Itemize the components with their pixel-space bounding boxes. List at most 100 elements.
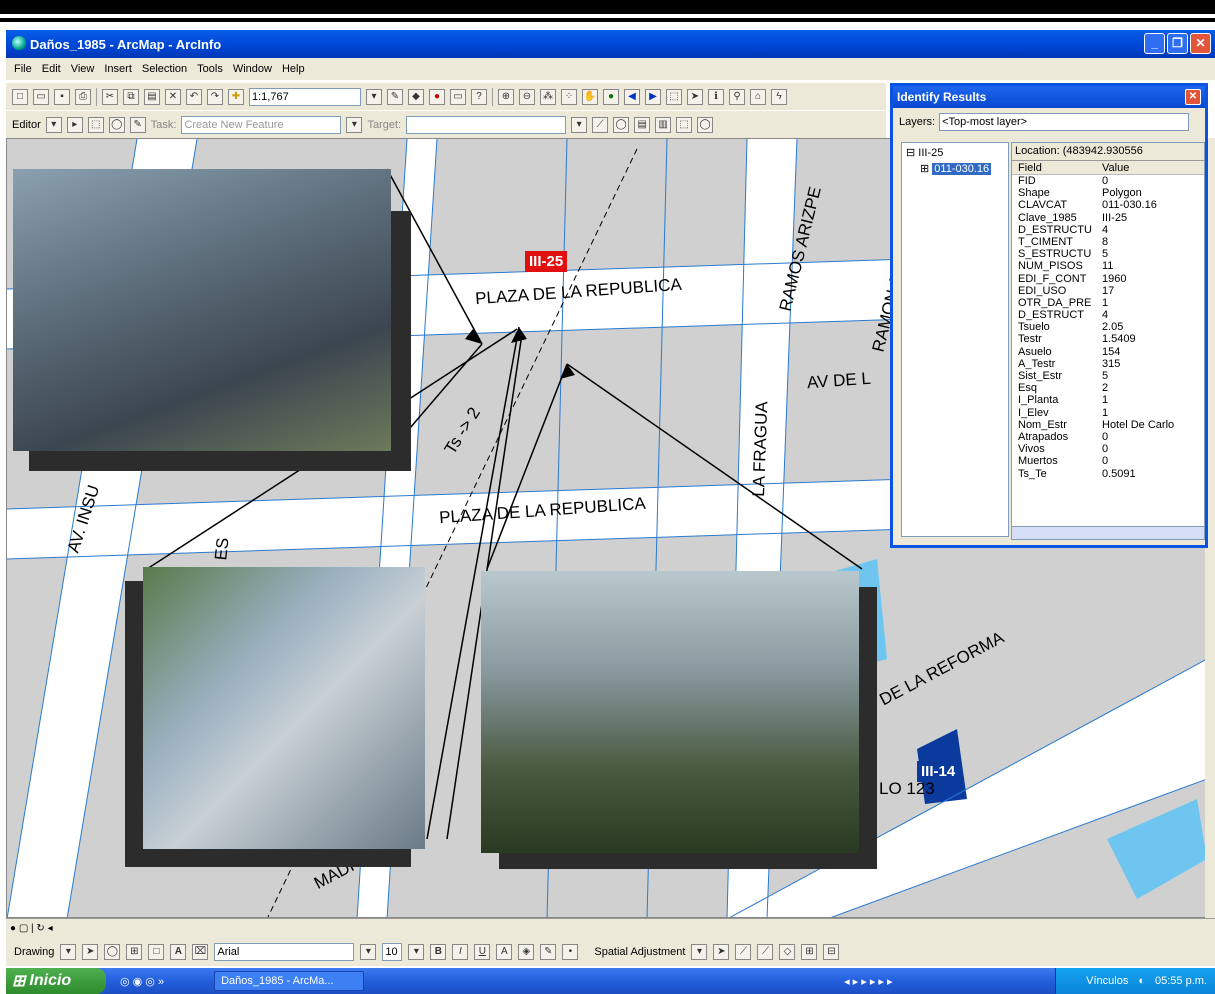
table-row[interactable]: Nom_Estr Hotel De Carlo bbox=[1012, 419, 1204, 431]
font-combo[interactable]: Arial bbox=[214, 943, 355, 961]
fixed-zoom-in-icon[interactable]: ⁂ bbox=[540, 88, 556, 105]
table-row[interactable]: EDI_USO 17 bbox=[1012, 285, 1204, 297]
zoom-out-icon[interactable]: ⊖ bbox=[519, 88, 535, 105]
edit-tool-icon[interactable]: ▸ bbox=[66, 116, 83, 133]
table-row[interactable]: FID 0 bbox=[1012, 175, 1204, 187]
table-row[interactable]: EDI_F_CONT 1960 bbox=[1012, 273, 1204, 285]
select-features-icon[interactable]: ⬚ bbox=[666, 88, 682, 105]
back-icon[interactable]: ◀ bbox=[624, 88, 640, 105]
select-elements-icon[interactable]: ➤ bbox=[82, 944, 99, 960]
zoom-in-icon[interactable]: ⊕ bbox=[498, 88, 514, 105]
chevron-down-icon[interactable]: ▾ bbox=[45, 116, 62, 133]
target-combo[interactable] bbox=[406, 115, 567, 134]
tree-root[interactable]: ⊟ III-25 bbox=[902, 143, 1008, 162]
table-row[interactable]: S_ESTRUCTU 5 bbox=[1012, 248, 1204, 260]
print-icon[interactable]: ⎙ bbox=[75, 88, 91, 105]
rectangle-icon[interactable]: □ bbox=[148, 944, 165, 960]
field-header[interactable]: Field bbox=[1012, 161, 1102, 174]
chevron-down-icon[interactable]: ▾ bbox=[346, 116, 363, 133]
callout-icon[interactable]: ⌧ bbox=[192, 944, 209, 960]
italic-icon[interactable]: I bbox=[452, 944, 469, 960]
full-extent-icon[interactable]: ● bbox=[603, 88, 619, 105]
new-icon[interactable]: □ bbox=[12, 88, 28, 105]
editor-menu[interactable]: Editor bbox=[12, 119, 41, 131]
font-color-icon[interactable]: A bbox=[496, 944, 513, 960]
rotate-tool-icon[interactable]: ◯ bbox=[613, 116, 630, 133]
data-view-tab[interactable]: ● ▢ | ↻ ◂ bbox=[10, 923, 53, 934]
table-row[interactable]: I_Elev 1 bbox=[1012, 407, 1204, 419]
arccatalog-icon[interactable]: ● bbox=[429, 88, 445, 105]
topology-icon[interactable]: ⬚ bbox=[676, 116, 693, 133]
table-row[interactable]: T_CIMENT 8 bbox=[1012, 236, 1204, 248]
cut-icon[interactable]: ✂ bbox=[102, 88, 118, 105]
table-row[interactable]: A_Testr 315 bbox=[1012, 358, 1204, 370]
media-controls[interactable]: ◂ ▸ ▸ ▸ ▸ ▸ bbox=[844, 975, 892, 988]
table-row[interactable]: Atrapados 0 bbox=[1012, 431, 1204, 443]
sketch-tool-icon[interactable]: ✎ bbox=[129, 116, 146, 133]
modify-link-icon[interactable]: ⟋ bbox=[757, 944, 774, 960]
split-icon[interactable]: ⟋ bbox=[592, 116, 609, 133]
attributes-icon[interactable]: ▤ bbox=[634, 116, 651, 133]
menu-selection[interactable]: Selection bbox=[142, 63, 187, 75]
photo-hotel-tilted[interactable] bbox=[13, 169, 391, 451]
window-titlebar[interactable]: Daños_1985 - ArcMap - ArcInfo _ ❐ ✕ bbox=[6, 30, 1215, 58]
delete-icon[interactable]: ✕ bbox=[165, 88, 181, 105]
chevron-down-icon[interactable]: ▾ bbox=[571, 116, 588, 133]
table-row[interactable]: Esq 2 bbox=[1012, 382, 1204, 394]
save-icon[interactable]: ▪ bbox=[54, 88, 70, 105]
spatial-adjustment-menu[interactable]: Spatial Adjustment bbox=[594, 946, 685, 958]
table-row[interactable]: I_Planta 1 bbox=[1012, 394, 1204, 406]
table-row[interactable]: Tsuelo 2.05 bbox=[1012, 321, 1204, 333]
table-row[interactable]: CLAVCAT 011-030.16 bbox=[1012, 199, 1204, 211]
table-row[interactable]: Muertos 0 bbox=[1012, 455, 1204, 467]
undo-icon[interactable]: ↶ bbox=[186, 88, 202, 105]
line-color-icon[interactable]: ✎ bbox=[540, 944, 557, 960]
select-elements-icon[interactable]: ➤ bbox=[713, 944, 730, 960]
table-row[interactable]: Ts_Te 0.5091 bbox=[1012, 468, 1204, 480]
bold-icon[interactable]: B bbox=[430, 944, 447, 960]
open-icon[interactable]: ▭ bbox=[33, 88, 49, 105]
underline-icon[interactable]: U bbox=[474, 944, 491, 960]
whats-this-icon[interactable]: ? bbox=[471, 88, 487, 105]
table-row[interactable]: Vivos 0 bbox=[1012, 443, 1204, 455]
reshape-icon[interactable]: ⬚ bbox=[87, 116, 104, 133]
tray-icons[interactable]: ◐ bbox=[1138, 975, 1145, 987]
layers-combo[interactable]: <Top-most layer> bbox=[939, 113, 1190, 131]
menu-tools[interactable]: Tools bbox=[197, 63, 223, 75]
scale-combo[interactable]: 1:1,767 bbox=[249, 87, 361, 106]
command-line-icon[interactable]: ▭ bbox=[450, 88, 466, 105]
value-header[interactable]: Value bbox=[1102, 161, 1204, 174]
redo-icon[interactable]: ↷ bbox=[207, 88, 223, 105]
minimize-button[interactable]: _ bbox=[1144, 33, 1165, 54]
menu-file[interactable]: File bbox=[14, 63, 32, 75]
fill-color-icon[interactable]: ◈ bbox=[518, 944, 535, 960]
table-row[interactable]: D_ESTRUCTU 4 bbox=[1012, 224, 1204, 236]
close-button[interactable]: ✕ bbox=[1190, 33, 1211, 54]
editor-toolbar-icon[interactable]: ✎ bbox=[387, 88, 403, 105]
menu-edit[interactable]: Edit bbox=[42, 63, 61, 75]
find-icon[interactable]: ⚲ bbox=[729, 88, 745, 105]
chevron-down-icon[interactable]: ▾ bbox=[366, 88, 382, 105]
quick-launch-icons[interactable]: ◎ ◉ ◎ » bbox=[120, 975, 164, 988]
sketch-properties-icon[interactable]: ▥ bbox=[655, 116, 672, 133]
chevron-down-icon[interactable]: ▾ bbox=[408, 944, 425, 960]
paste-icon[interactable]: ▤ bbox=[144, 88, 160, 105]
task-combo[interactable]: Create New Feature bbox=[181, 115, 342, 134]
table-row[interactable]: NUM_PISOS 11 bbox=[1012, 260, 1204, 272]
photo-facade-damage[interactable] bbox=[143, 567, 425, 849]
menu-view[interactable]: View bbox=[71, 63, 95, 75]
arctoolbox-icon[interactable]: ◆ bbox=[408, 88, 424, 105]
fixed-zoom-out-icon[interactable]: ⁘ bbox=[561, 88, 577, 105]
table-horizontal-scrollbar[interactable] bbox=[1011, 526, 1205, 540]
chevron-down-icon[interactable]: ▾ bbox=[691, 944, 708, 960]
chevron-down-icon[interactable]: ▾ bbox=[360, 944, 377, 960]
pan-icon[interactable]: ✋ bbox=[582, 88, 598, 105]
menu-insert[interactable]: Insert bbox=[104, 63, 132, 75]
go-to-xy-icon[interactable]: ⌂ bbox=[750, 88, 766, 105]
parcel-badge-iii-25[interactable]: III-25 bbox=[525, 251, 568, 272]
chevron-down-icon[interactable]: ▾ bbox=[60, 944, 77, 960]
close-icon[interactable]: ✕ bbox=[1185, 89, 1201, 105]
new-displacement-link-icon[interactable]: ⟋ bbox=[735, 944, 752, 960]
identify-titlebar[interactable]: Identify Results ✕ bbox=[893, 86, 1205, 108]
hyperlink-icon[interactable]: ϟ bbox=[771, 88, 787, 105]
